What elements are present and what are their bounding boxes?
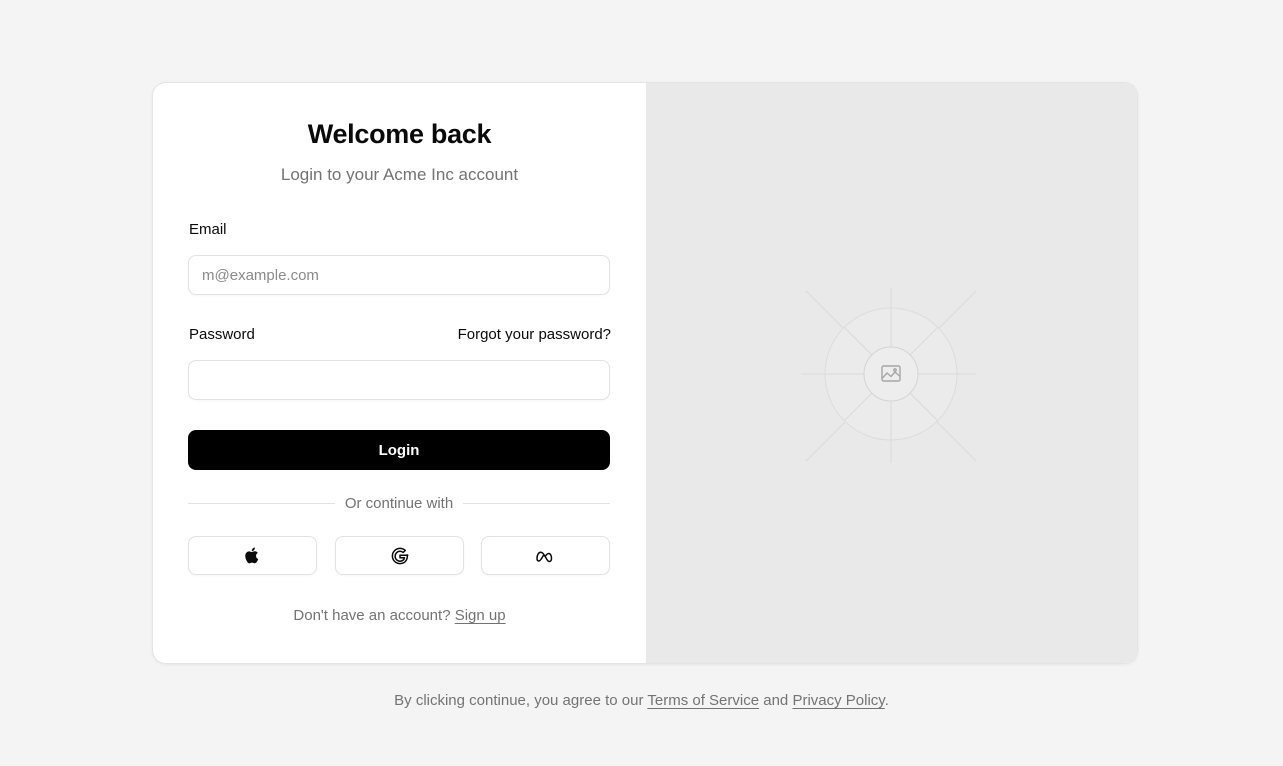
page-subtitle: Login to your Acme Inc account: [280, 165, 519, 184]
legal-conjunction: and: [763, 692, 789, 709]
legal-prefix: By clicking continue, you agree to our: [394, 692, 644, 709]
divider: Or continue with: [188, 493, 611, 513]
login-button[interactable]: Login: [188, 430, 610, 470]
meta-icon: [535, 549, 557, 563]
google-login-button[interactable]: [335, 536, 464, 575]
meta-login-button[interactable]: [481, 536, 610, 575]
divider-text: Or continue with: [344, 494, 454, 512]
legal-footer: By clicking continue, you agree to our T…: [0, 692, 1283, 709]
page-title: Welcome back: [307, 119, 492, 149]
divider-line-left: [188, 502, 335, 504]
forgot-password-link[interactable]: Forgot your password?: [458, 326, 611, 343]
terms-link[interactable]: Terms of Service: [647, 692, 759, 709]
privacy-link[interactable]: Privacy Policy: [792, 692, 884, 709]
signup-prompt: Don't have an account?: [293, 607, 451, 624]
signup-link[interactable]: Sign up: [455, 607, 506, 624]
legal-suffix: .: [884, 692, 889, 709]
apple-login-button[interactable]: [188, 536, 317, 575]
signup-row: Don't have an account? Sign up: [153, 607, 646, 624]
login-card: Welcome back Login to your Acme Inc acco…: [152, 82, 1138, 664]
image-panel: [646, 83, 1137, 663]
google-icon: [390, 546, 410, 566]
divider-line-right: [463, 502, 611, 504]
email-input[interactable]: [188, 255, 610, 295]
apple-icon: [244, 546, 261, 565]
login-form: Welcome back Login to your Acme Inc acco…: [153, 83, 646, 663]
email-label: Email: [189, 221, 227, 238]
image-placeholder: [801, 288, 977, 463]
password-label: Password: [189, 326, 255, 343]
password-input[interactable]: [188, 360, 610, 400]
